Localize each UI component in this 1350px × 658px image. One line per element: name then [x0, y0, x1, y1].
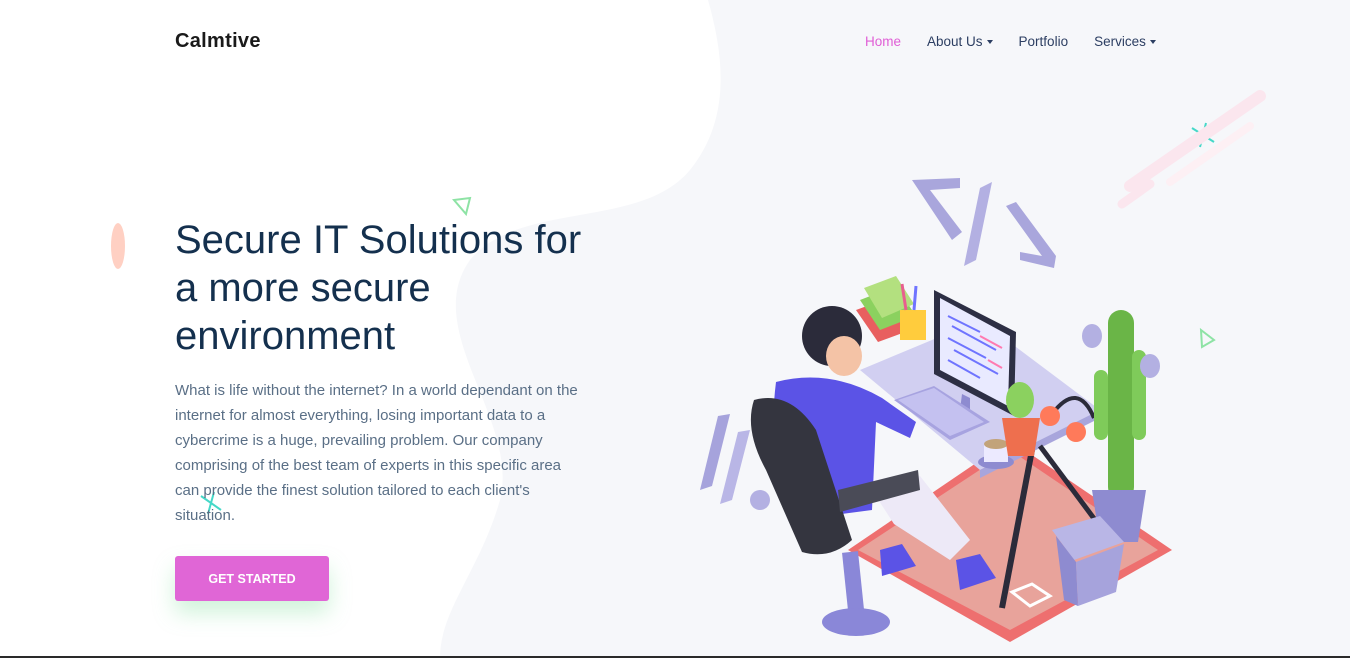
pink-oval-decoration: [111, 223, 125, 269]
nav-item-about-us[interactable]: About Us: [927, 34, 993, 49]
nav-item-services[interactable]: Services: [1094, 34, 1156, 49]
caret-down-icon: [986, 39, 993, 44]
nav-item-label: About Us: [927, 34, 983, 49]
nav-item-label: Portfolio: [1018, 34, 1069, 49]
brand-logo[interactable]: Calmtive: [175, 30, 261, 53]
nav-item-portfolio[interactable]: Portfolio: [1019, 34, 1069, 49]
developer-illustration: [700, 178, 1172, 642]
nav-item-label: Home: [865, 34, 902, 49]
caret-down-icon: [1149, 39, 1156, 44]
triangle-decoration-icon: [452, 196, 472, 217]
navbar: Calmtive Home About Us Portfolio Service…: [0, 0, 1350, 84]
code-brackets-icon: [912, 178, 1056, 268]
hero-title: Secure IT Solutions for a more secure en…: [175, 218, 582, 358]
hero-description: What is life without the internet? In a …: [175, 382, 578, 524]
nav-menu: Home About Us Portfolio Services: [865, 34, 1156, 49]
nav-item-label: Services: [1094, 34, 1146, 49]
get-started-button[interactable]: GET STARTED: [175, 556, 329, 601]
nav-item-home[interactable]: Home: [865, 34, 901, 49]
